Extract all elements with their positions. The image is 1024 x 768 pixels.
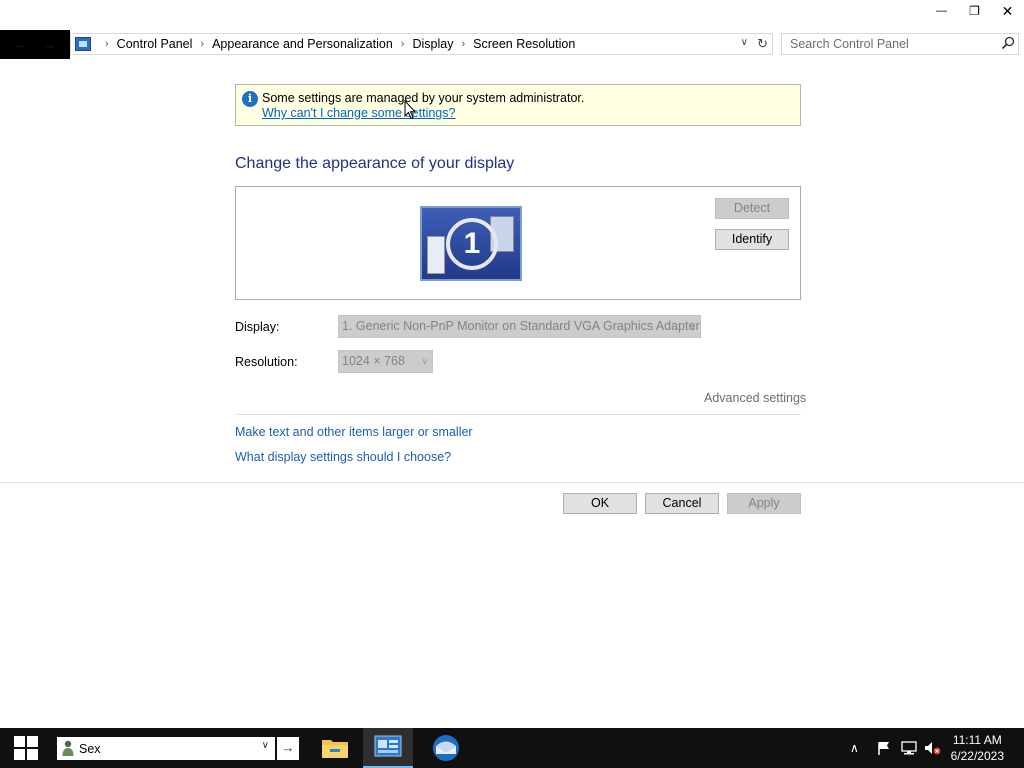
- chevron-down-icon: ∨: [421, 356, 428, 366]
- info-message: Some settings are managed by your system…: [262, 91, 585, 105]
- advanced-settings-link[interactable]: Advanced settings: [704, 391, 806, 405]
- refresh-icon[interactable]: ↻: [757, 36, 768, 52]
- chevron-down-icon: ∨: [689, 321, 696, 331]
- divider: [235, 414, 801, 415]
- search-icon[interactable]: [1001, 36, 1015, 50]
- page-title: Change the appearance of your display: [235, 155, 515, 172]
- breadcrumb-separator: ›: [200, 38, 205, 50]
- taskbar: Sex ∨ → ∧ 11:11 AM 6/22/2023: [0, 728, 1024, 768]
- ok-button[interactable]: OK: [563, 493, 637, 514]
- clock-date: 6/22/2023: [950, 749, 1004, 763]
- clock-time: 11:11 AM: [952, 733, 1002, 747]
- close-icon: ✕: [1001, 2, 1014, 19]
- control-panel-taskbar-button[interactable]: [363, 728, 413, 768]
- search-box[interactable]: [781, 33, 1019, 55]
- minimize-button[interactable]: —: [925, 0, 958, 22]
- back-arrow-icon[interactable]: ←: [14, 37, 27, 52]
- control-panel-icon: [374, 735, 402, 757]
- address-bar[interactable]: › Control Panel › Appearance and Persona…: [70, 33, 773, 55]
- flag-icon[interactable]: [876, 740, 892, 756]
- taskbar-search-value: Sex: [79, 741, 101, 756]
- monitor-window-icon: [427, 236, 445, 274]
- breadcrumb-separator: ›: [461, 38, 466, 50]
- taskbar-search-box[interactable]: Sex ∨: [57, 737, 275, 760]
- navigation-buttons: ← →: [0, 30, 70, 59]
- display-select[interactable]: 1. Generic Non-PnP Monitor on Standard V…: [338, 315, 701, 338]
- cancel-button[interactable]: Cancel: [645, 493, 719, 514]
- forward-arrow-icon[interactable]: →: [43, 37, 56, 52]
- close-button[interactable]: ✕: [991, 0, 1024, 22]
- chevron-down-icon[interactable]: ∨: [741, 37, 748, 48]
- resolution-label: Resolution:: [235, 355, 298, 369]
- monitor-panel: 1 Detect Identify: [235, 186, 801, 300]
- clock[interactable]: 11:11 AM 6/22/2023: [951, 732, 1004, 764]
- restore-icon: ❐: [969, 4, 980, 18]
- why-cant-change-link[interactable]: Why can't I change some settings?: [262, 106, 455, 120]
- search-go-button[interactable]: →: [277, 737, 299, 760]
- start-button[interactable]: [0, 728, 52, 768]
- detect-button[interactable]: Detect: [715, 198, 789, 219]
- monitor-1-icon[interactable]: 1: [420, 206, 522, 281]
- text-size-link[interactable]: Make text and other items larger or smal…: [235, 425, 473, 439]
- window-controls: — ❐ ✕: [925, 0, 1024, 22]
- person-icon: [62, 740, 74, 756]
- resolution-select-value: 1024 × 768: [342, 354, 405, 368]
- breadcrumb-separator: ›: [400, 38, 405, 50]
- resolution-select[interactable]: 1024 × 768 ∨: [338, 350, 433, 373]
- display-select-value: 1. Generic Non-PnP Monitor on Standard V…: [342, 319, 700, 333]
- breadcrumb-screen-resolution[interactable]: Screen Resolution: [473, 37, 575, 51]
- mail-client-icon: [433, 735, 459, 761]
- info-banner: i Some settings are managed by your syst…: [235, 84, 801, 126]
- info-icon: i: [242, 91, 258, 107]
- network-icon[interactable]: [900, 740, 918, 756]
- display-settings-help-link[interactable]: What display settings should I choose?: [235, 450, 451, 464]
- volume-muted-icon[interactable]: [924, 740, 942, 756]
- folder-icon: [322, 740, 348, 758]
- identify-button[interactable]: Identify: [715, 229, 789, 250]
- breadcrumb-display[interactable]: Display: [412, 37, 453, 51]
- file-explorer-taskbar-button[interactable]: [310, 728, 360, 768]
- restore-button[interactable]: ❐: [958, 0, 991, 22]
- system-tray: ∧: [850, 728, 942, 768]
- tray-overflow-icon[interactable]: ∧: [850, 741, 866, 755]
- breadcrumb-appearance[interactable]: Appearance and Personalization: [212, 37, 393, 51]
- breadcrumb-separator: ›: [105, 38, 109, 50]
- apply-button[interactable]: Apply: [727, 493, 801, 514]
- chevron-down-icon[interactable]: ∨: [262, 740, 269, 751]
- mouse-cursor-icon: [404, 100, 416, 120]
- breadcrumb-control-panel[interactable]: Control Panel: [117, 37, 193, 51]
- minimize-icon: —: [936, 5, 947, 17]
- windows-logo-icon: [14, 736, 38, 760]
- search-input[interactable]: [790, 37, 990, 51]
- control-panel-icon: [75, 37, 91, 51]
- monitor-number: 1: [446, 218, 498, 270]
- divider: [0, 482, 1024, 483]
- display-label: Display:: [235, 320, 280, 334]
- thunderbird-taskbar-button[interactable]: [421, 728, 471, 768]
